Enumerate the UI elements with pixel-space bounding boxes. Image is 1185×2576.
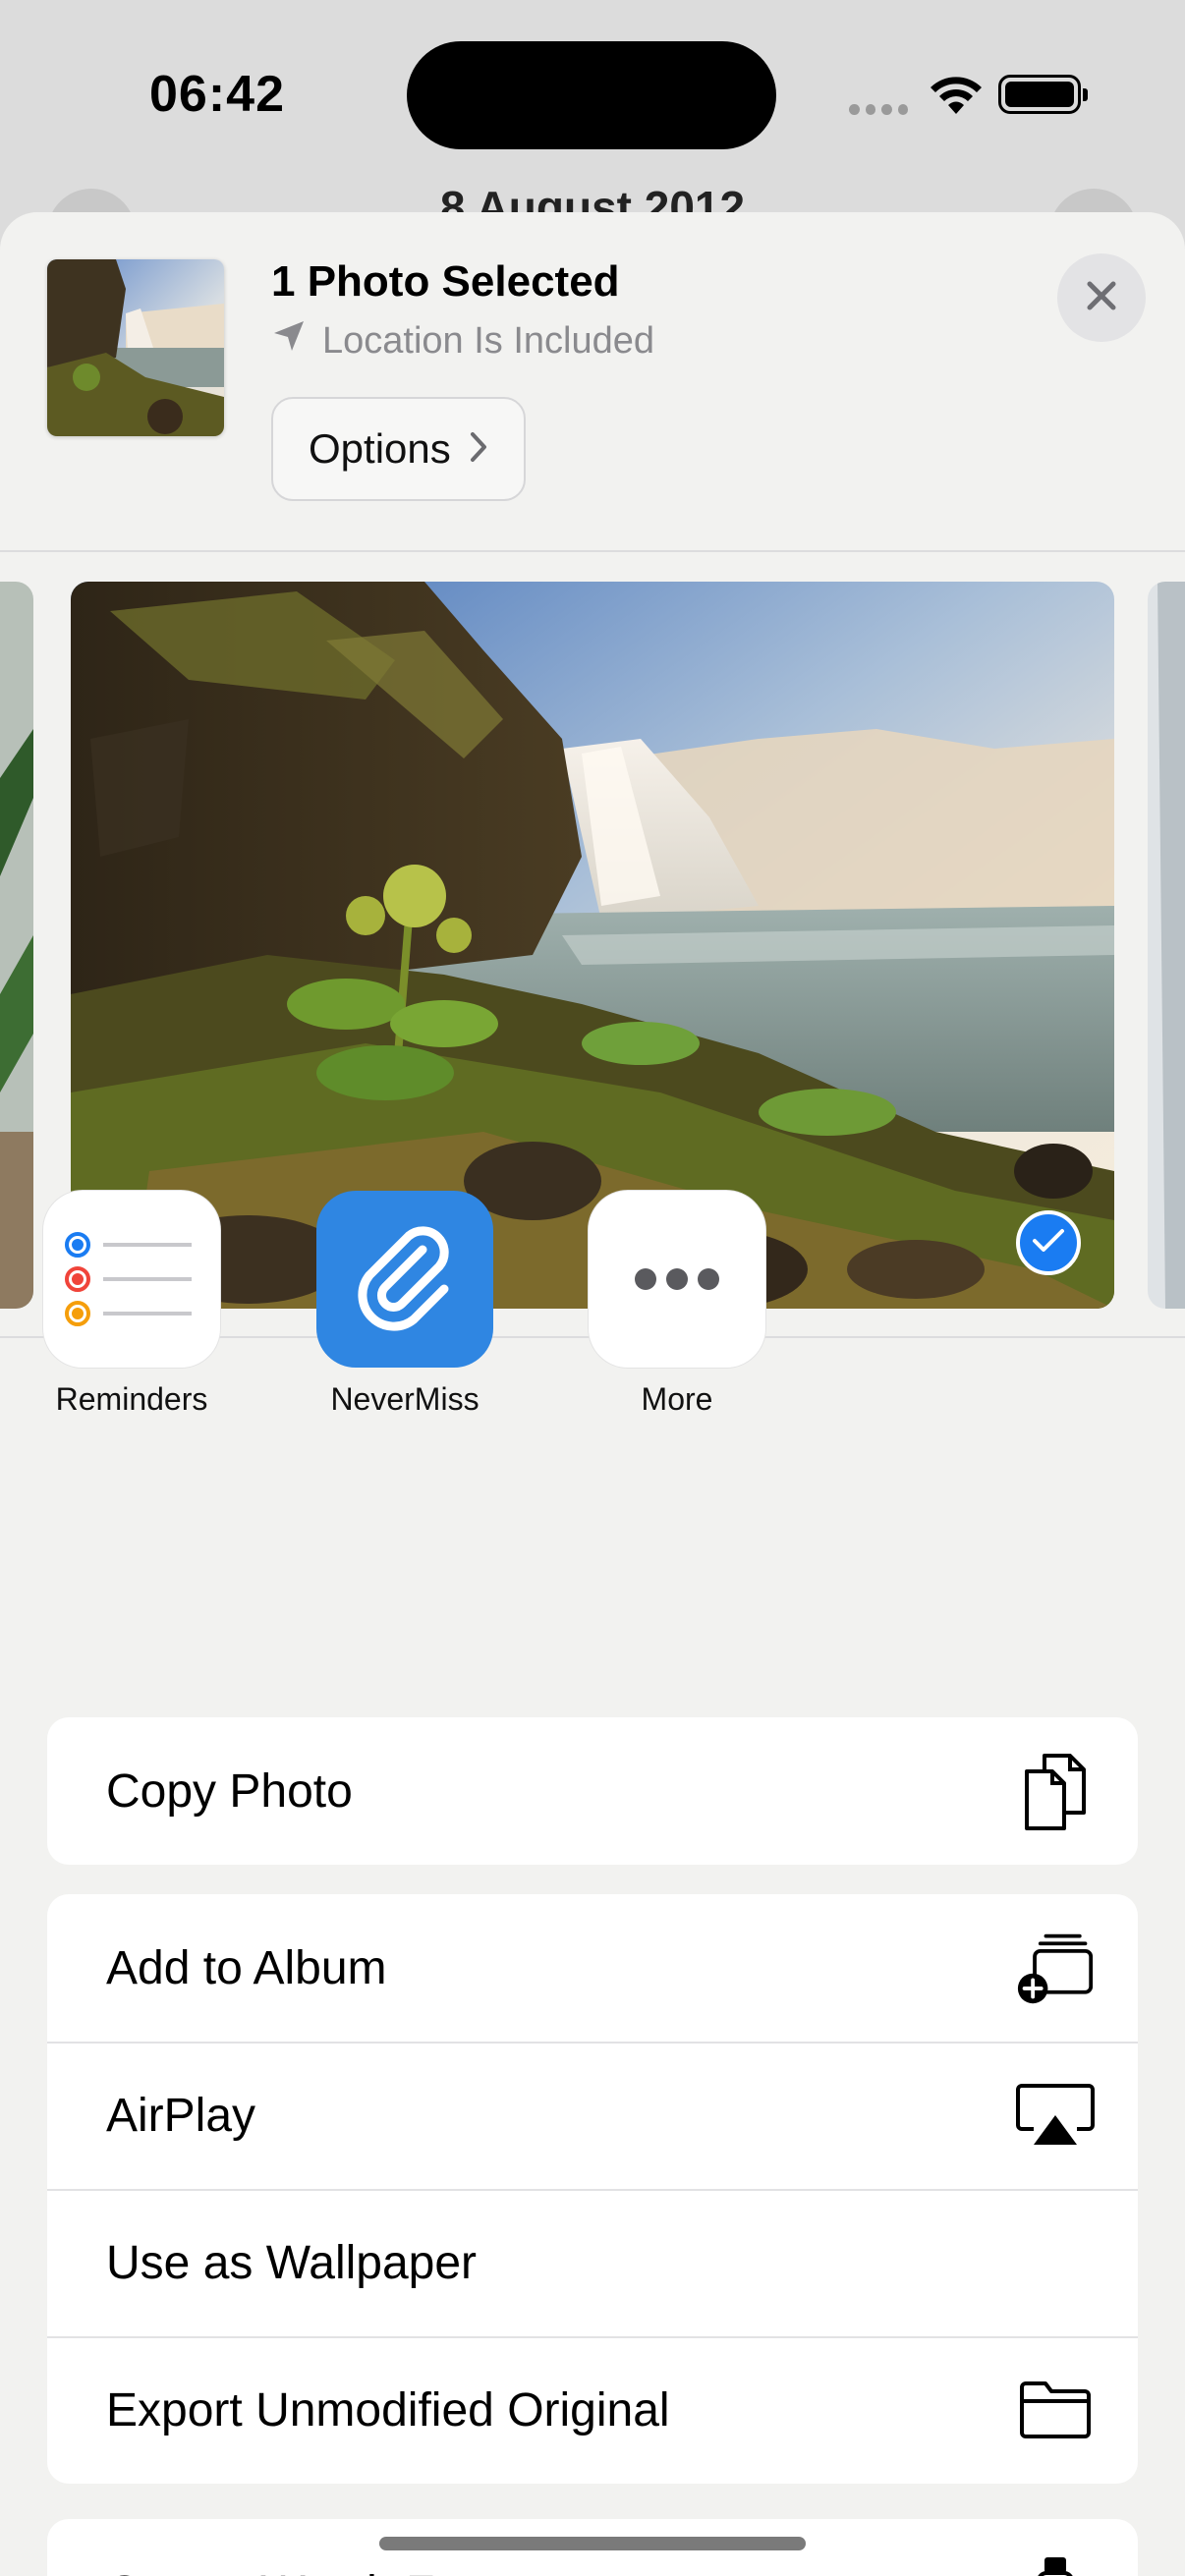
airplay-button[interactable]: AirPlay (47, 2042, 1138, 2189)
app-label-reminders: Reminders (55, 1381, 208, 1417)
airplay-icon (1016, 2076, 1095, 2155)
close-icon (1084, 278, 1119, 318)
selected-photo-thumbnail (47, 259, 224, 436)
paperclip-icon (316, 1191, 493, 1368)
wifi-icon (928, 75, 985, 121)
location-label: Location Is Included (322, 319, 655, 362)
reminders-icon (43, 1191, 220, 1368)
app-label-nevermiss: NeverMiss (330, 1381, 480, 1417)
add-to-album-button[interactable]: Add to Album (47, 1894, 1138, 2042)
add-to-album-label: Add to Album (106, 1941, 387, 1994)
app-suggestions-row: Reminders NeverMiss More (0, 1191, 1185, 1446)
location-status: Location Is Included (271, 318, 654, 364)
header-divider (0, 550, 1185, 552)
app-more[interactable]: More (579, 1191, 775, 1418)
home-indicator[interactable] (379, 2537, 806, 2550)
action-group-copy: Copy Photo (47, 1717, 1138, 1865)
copy-photo-label: Copy Photo (106, 1764, 353, 1818)
location-arrow-icon (271, 318, 307, 364)
battery-icon (998, 75, 1088, 114)
options-label: Options (309, 425, 451, 472)
app-label-more: More (641, 1381, 713, 1417)
chevron-right-icon (469, 425, 488, 473)
use-as-wallpaper-label: Use as Wallpaper (106, 2236, 478, 2289)
share-sheet: 1 Photo Selected Location Is Included Op… (0, 212, 1185, 2576)
sheet-title: 1 Photo Selected (271, 257, 620, 306)
options-button[interactable]: Options (271, 397, 526, 501)
more-icon (589, 1191, 765, 1368)
export-original-label: Export Unmodified Original (106, 2383, 670, 2436)
add-to-album-icon (1016, 1929, 1095, 2007)
use-as-wallpaper-button[interactable]: Use as Wallpaper (47, 2189, 1138, 2336)
close-button[interactable] (1057, 253, 1146, 342)
folder-icon (1016, 2371, 1095, 2449)
dynamic-island (407, 41, 776, 149)
action-group-main: Add to Album AirPlay Use as Wallpaper Ex… (47, 1894, 1138, 2484)
status-time: 06:42 (149, 66, 285, 123)
cellular-signal-icon (849, 104, 908, 118)
airplay-label: AirPlay (106, 2089, 256, 2142)
export-original-button[interactable]: Export Unmodified Original (47, 2336, 1138, 2484)
watch-icon (1016, 2553, 1095, 2576)
app-reminders[interactable]: Reminders (33, 1191, 230, 1418)
copy-icon (1016, 1752, 1095, 1830)
app-nevermiss[interactable]: NeverMiss (307, 1191, 503, 1418)
create-watch-face-label: Create Watch Face (106, 2566, 511, 2576)
copy-photo-button[interactable]: Copy Photo (47, 1717, 1138, 1865)
